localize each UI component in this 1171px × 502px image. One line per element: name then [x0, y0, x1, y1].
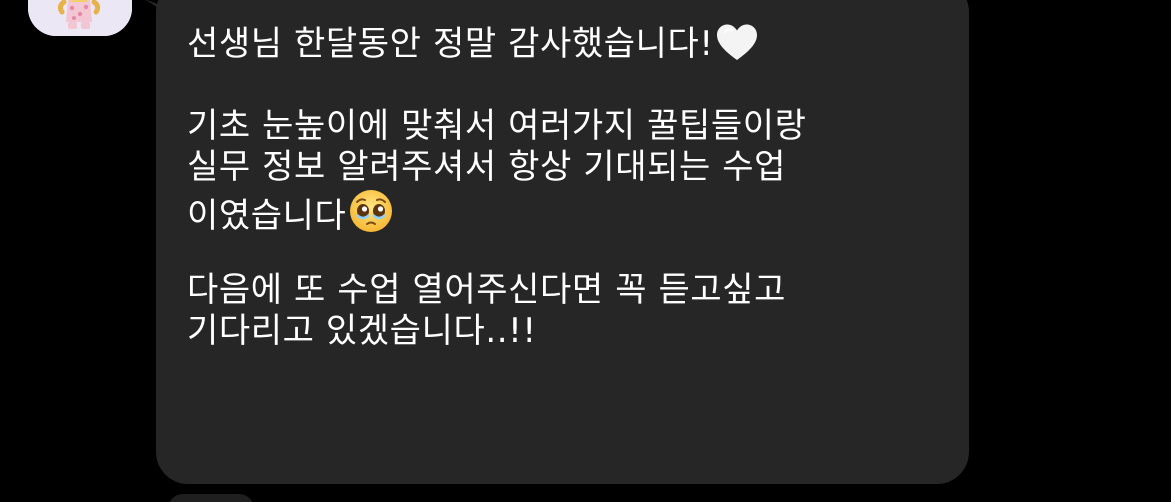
- message-line-7: 다음에 또 수업 열어주신다면 꼭 듣고싶고: [187, 270, 786, 310]
- message-line-1: 선생님 한달동안 정말 감사했습니다!: [187, 24, 937, 65]
- message-line-5: 이였습니다: [187, 188, 937, 236]
- message-line-3: 기초 눈높이에 맞춰서 여러가지 꿀팁들이랑: [187, 106, 807, 146]
- sender-avatar[interactable]: [28, 0, 132, 36]
- avatar-character-icon: [28, 0, 132, 36]
- next-message-avatar[interactable]: [168, 494, 254, 502]
- message-line-4: 실무 정보 알려주셔서 항상 기대되는 수업: [187, 147, 786, 187]
- message-bubble[interactable]: 선생님 한달동안 정말 감사했습니다! 기초 눈높이에 맞춰서 여러가지 꿀팁들…: [156, 0, 969, 484]
- chat-screen: 선생님 한달동안 정말 감사했습니다! 기초 눈높이에 맞춰서 여러가지 꿀팁들…: [0, 0, 1171, 502]
- white-heart-icon: [716, 24, 758, 72]
- pleading-face-icon: [348, 188, 394, 244]
- message-line-8: 기다리고 있겠습니다..!!: [187, 311, 537, 351]
